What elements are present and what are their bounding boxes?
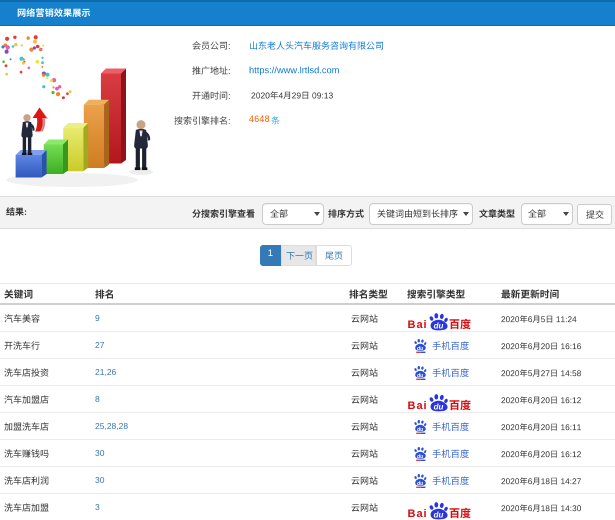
svg-text:du: du xyxy=(417,481,423,487)
svg-text:Bai: Bai xyxy=(408,319,428,331)
svg-text:du: du xyxy=(417,427,423,433)
svg-text:du: du xyxy=(434,402,444,411)
svg-text:du: du xyxy=(434,321,444,330)
svg-text:du: du xyxy=(417,373,423,379)
svg-text:du: du xyxy=(417,454,423,460)
svg-text:Bai: Bai xyxy=(408,508,428,520)
svg-text:du: du xyxy=(434,510,444,519)
svg-text:Bai: Bai xyxy=(408,400,428,412)
svg-text:du: du xyxy=(417,346,423,352)
